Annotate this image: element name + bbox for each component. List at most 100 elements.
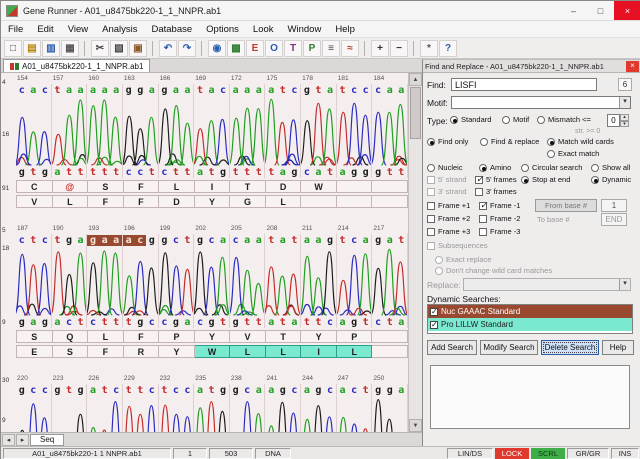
primer-icon[interactable]: P: [303, 39, 321, 57]
checkbox-label: Frame +2: [438, 214, 471, 223]
check-frame-plus1[interactable]: Frame +1: [427, 201, 470, 210]
chevron-down-icon[interactable]: ▾: [619, 97, 630, 108]
checkbox-5-frames[interactable]: 5' frames: [475, 174, 517, 185]
radio-find-only[interactable]: Find only: [427, 137, 468, 146]
check-frame-minus3[interactable]: Frame -3: [479, 227, 520, 236]
radio-exact-replace[interactable]: Exact replace: [435, 255, 491, 264]
tab-scroll-left-icon[interactable]: ◂: [2, 433, 15, 446]
menu-options[interactable]: Options: [199, 21, 246, 37]
undo-icon[interactable]: ↶: [159, 39, 177, 57]
cut-icon[interactable]: ✂: [91, 39, 109, 57]
trace-cell: [265, 396, 302, 432]
zoom-out-icon[interactable]: −: [390, 39, 408, 57]
type-label: Type:: [427, 116, 448, 126]
menu-look[interactable]: Look: [246, 21, 281, 37]
radio-show-all[interactable]: Show all: [591, 163, 630, 172]
radio-amino[interactable]: Amino: [479, 163, 511, 172]
pos-cell: 172: [230, 75, 242, 82]
codon-cell: gaa: [87, 234, 123, 246]
delete-search-button[interactable]: Delete Search: [541, 340, 599, 355]
maximize-button[interactable]: □: [587, 1, 614, 20]
print-icon[interactable]: ▦: [61, 39, 79, 57]
radio-standard[interactable]: Standard: [450, 115, 491, 124]
menu-analysis[interactable]: Analysis: [95, 21, 144, 37]
scroll-up-icon[interactable]: ▲: [409, 73, 422, 86]
mismatch-value[interactable]: 0: [607, 114, 620, 127]
help-button[interactable]: Help: [602, 340, 634, 355]
trace-cell: [52, 396, 88, 432]
radio-stop-at-end[interactable]: Stop at end: [521, 175, 570, 184]
checkbox-5-strand[interactable]: 5' strand: [427, 175, 467, 184]
dynamic-search-item[interactable]: Nuc GAAAC Standard: [428, 305, 632, 318]
save-icon[interactable]: ▥: [42, 39, 60, 57]
orf-icon[interactable]: O: [265, 39, 283, 57]
motif-dropdown[interactable]: ▾: [451, 96, 631, 109]
radio-mismatch[interactable]: Mismatch <=: [537, 115, 591, 124]
pos-cell: 232: [159, 375, 171, 382]
help-icon[interactable]: ?: [439, 39, 457, 57]
amino-cell: Y: [159, 345, 195, 358]
options-icon[interactable]: *: [420, 39, 438, 57]
dynamic-search-item[interactable]: Pro LILLW Standard: [428, 318, 632, 331]
trace-cell: [87, 96, 123, 166]
translate-icon[interactable]: T: [284, 39, 302, 57]
radio-motif[interactable]: Motif: [502, 115, 529, 124]
trace-cell: [336, 96, 373, 166]
checkbox-subsequences[interactable]: Subsequences: [427, 241, 488, 250]
toolbar-separator: [152, 40, 156, 56]
radio-find-replace[interactable]: Find & replace: [480, 137, 539, 146]
align-icon[interactable]: ≡: [322, 39, 340, 57]
checkbox-3-frames[interactable]: 3' frames: [475, 187, 517, 196]
radio-dynamic[interactable]: Dynamic: [591, 175, 631, 184]
copy-icon[interactable]: ▧: [110, 39, 128, 57]
check-frame-plus2[interactable]: Frame +2: [427, 214, 470, 223]
menu-file[interactable]: File: [1, 21, 30, 37]
spin-down-icon[interactable]: ▾: [620, 120, 629, 127]
scrollbar-thumb[interactable]: [410, 87, 421, 139]
dynamic-searches-list[interactable]: Nuc GAAAC Standard Pro LILLW Standard: [427, 304, 633, 334]
zoom-in-icon[interactable]: +: [371, 39, 389, 57]
modify-search-button[interactable]: Modify Search: [480, 340, 538, 355]
vertical-scrollbar[interactable]: ▲ ▼: [408, 73, 422, 432]
from-base-value: 1: [601, 199, 627, 212]
paste-icon[interactable]: ▣: [129, 39, 147, 57]
map-icon[interactable]: ▩: [227, 39, 245, 57]
radio-dont-change-wild-cards[interactable]: Don't change wild card matches: [435, 266, 552, 275]
find-input[interactable]: LISFI: [451, 78, 597, 91]
find-icon[interactable]: ◉: [208, 39, 226, 57]
checkbox-3-strand[interactable]: 3' strand: [427, 187, 467, 196]
scale-label: 30: [2, 377, 10, 384]
search-checkbox[interactable]: [430, 307, 438, 316]
radio-nucleic[interactable]: Nucleic: [427, 163, 463, 172]
menu-edit[interactable]: Edit: [30, 21, 60, 37]
radio-circular-search[interactable]: Circular search: [521, 163, 582, 172]
check-frame-minus1[interactable]: Frame -1: [479, 200, 520, 211]
scroll-down-icon[interactable]: ▼: [409, 419, 422, 432]
add-search-button[interactable]: Add Search: [427, 340, 477, 355]
radio-exact-match[interactable]: Exact match: [547, 149, 599, 158]
chromatogram-file-icon: [10, 62, 19, 70]
search-checkbox[interactable]: [430, 320, 438, 329]
sheet-tab-seq[interactable]: Seq: [30, 433, 65, 446]
close-button[interactable]: ×: [614, 1, 640, 20]
tab-scroll-right-icon[interactable]: ▸: [16, 433, 29, 446]
menu-database[interactable]: Database: [144, 21, 199, 37]
graph-icon[interactable]: ≈: [341, 39, 359, 57]
mismatch-spinner[interactable]: ▴ ▾: [620, 114, 629, 127]
minimize-button[interactable]: –: [560, 1, 587, 20]
codon-cell: gag: [16, 316, 52, 328]
menu-view[interactable]: View: [61, 21, 95, 37]
open-icon[interactable]: ▤: [23, 39, 41, 57]
check-frame-minus2[interactable]: Frame -2: [479, 214, 520, 223]
document-tab[interactable]: A01_u8475bk220-1_1_NNPR.ab1: [3, 59, 151, 72]
radio-match-wild-cards[interactable]: Match wild cards: [547, 137, 614, 146]
menu-window[interactable]: Window: [281, 21, 329, 37]
enzyme-icon[interactable]: E: [246, 39, 264, 57]
panel-close-icon[interactable]: ×: [626, 60, 639, 72]
new-icon[interactable]: □: [4, 39, 22, 57]
pos-cell: 247: [337, 375, 349, 382]
codon-row: gagactctttgccgacgtgttatattcagtcta: [16, 316, 408, 328]
check-frame-plus3[interactable]: Frame +3: [427, 227, 470, 236]
menu-help[interactable]: Help: [328, 21, 362, 37]
redo-icon[interactable]: ↷: [178, 39, 196, 57]
